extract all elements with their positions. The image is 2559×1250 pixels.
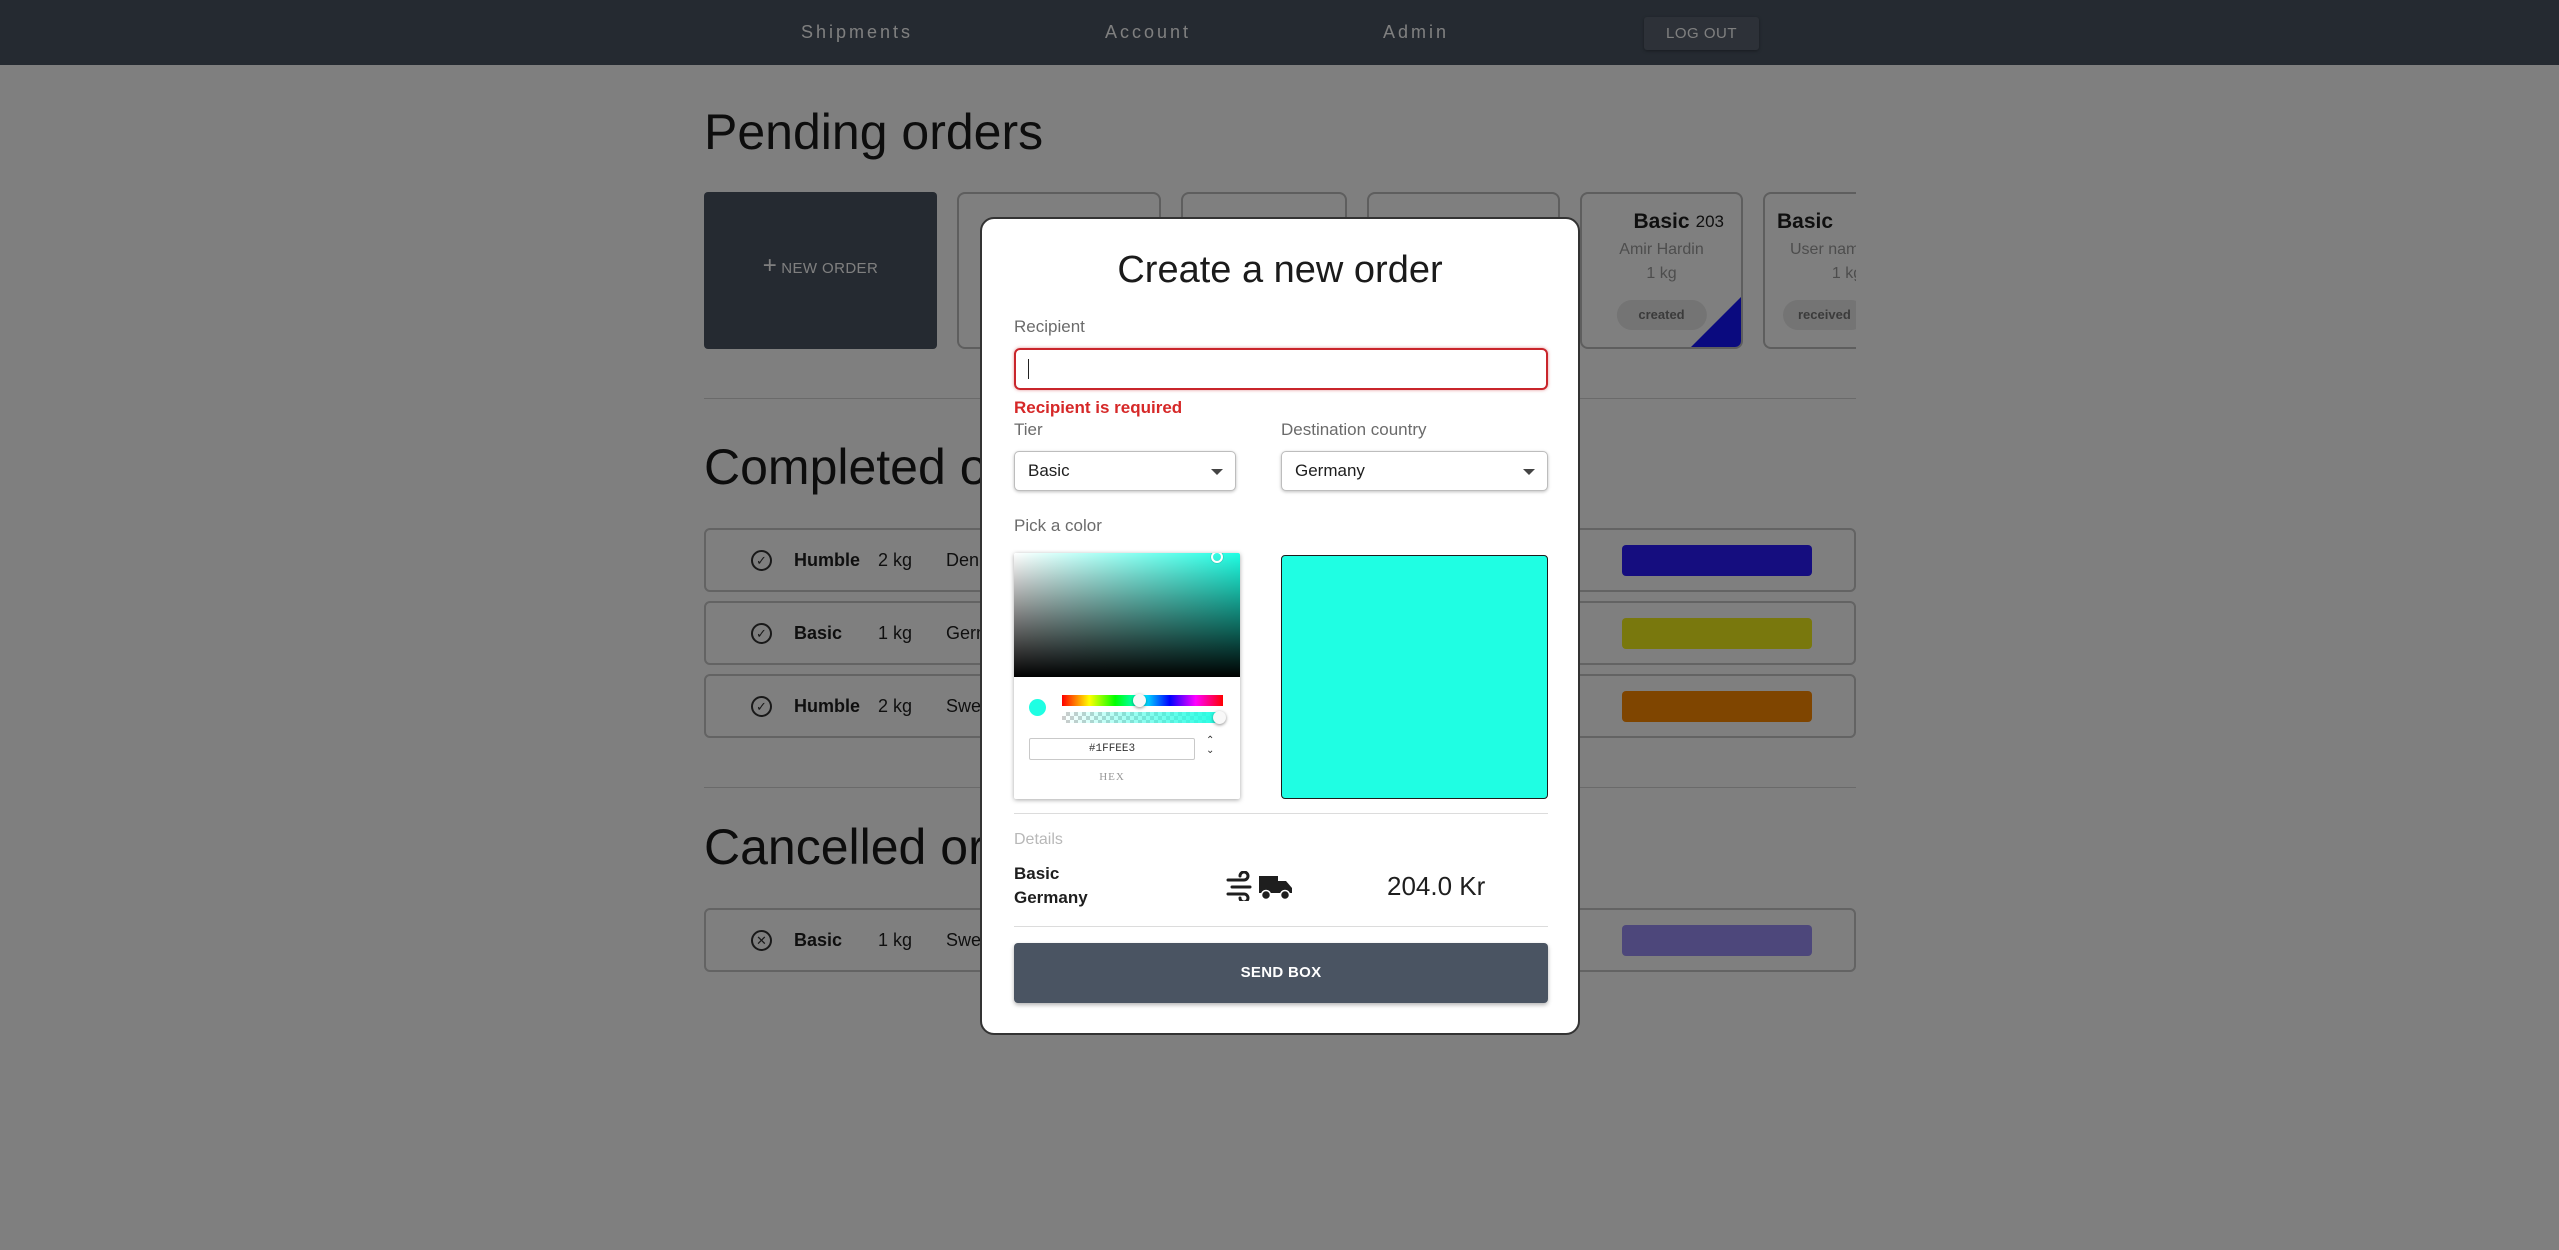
details-country: Germany <box>1014 888 1088 907</box>
alpha-slider[interactable] <box>1062 711 1226 724</box>
saturation-area[interactable] <box>1014 553 1240 677</box>
alpha-handle[interactable] <box>1213 711 1226 724</box>
country-value: Germany <box>1295 461 1365 480</box>
hue-handle[interactable] <box>1133 694 1146 707</box>
details-tier: Basic <box>1014 864 1060 883</box>
order-price: 204.0 Kr <box>1387 871 1486 901</box>
create-order-modal: Create a new order Recipient Recipient i… <box>980 217 1580 1035</box>
details-label: Details <box>1014 831 1063 848</box>
format-toggle-icon[interactable]: ⌃ ⌄ <box>1206 736 1214 756</box>
recipient-error: Recipient is required <box>1014 398 1183 417</box>
recipient-label: Recipient <box>1014 317 1085 336</box>
color-label: Pick a color <box>1014 516 1102 535</box>
color-preview <box>1281 555 1548 799</box>
modal-title: Create a new order <box>1117 249 1443 291</box>
text-caret <box>1028 359 1029 379</box>
hex-input[interactable]: #1FFEE3 <box>1029 738 1195 760</box>
hex-label: HEX <box>1099 771 1125 783</box>
tier-label: Tier <box>1014 420 1043 439</box>
divider <box>1014 813 1548 814</box>
country-label: Destination country <box>1281 420 1427 439</box>
country-select[interactable]: Germany <box>1281 451 1548 491</box>
dropdown-arrow-icon <box>1211 469 1223 475</box>
tier-value: Basic <box>1028 461 1070 480</box>
dropdown-arrow-icon <box>1523 469 1535 475</box>
recipient-input[interactable] <box>1014 348 1548 390</box>
fast-truck-icon <box>1226 871 1292 901</box>
tier-select[interactable]: Basic <box>1014 451 1236 491</box>
saturation-handle[interactable] <box>1211 553 1223 563</box>
color-picker: #1FFEE3 ⌃ ⌄ HEX <box>1014 553 1240 799</box>
divider <box>1014 926 1548 927</box>
send-box-button[interactable]: SEND BOX <box>1014 943 1548 1003</box>
current-color-swatch <box>1029 699 1046 716</box>
hue-slider[interactable] <box>1062 694 1223 707</box>
